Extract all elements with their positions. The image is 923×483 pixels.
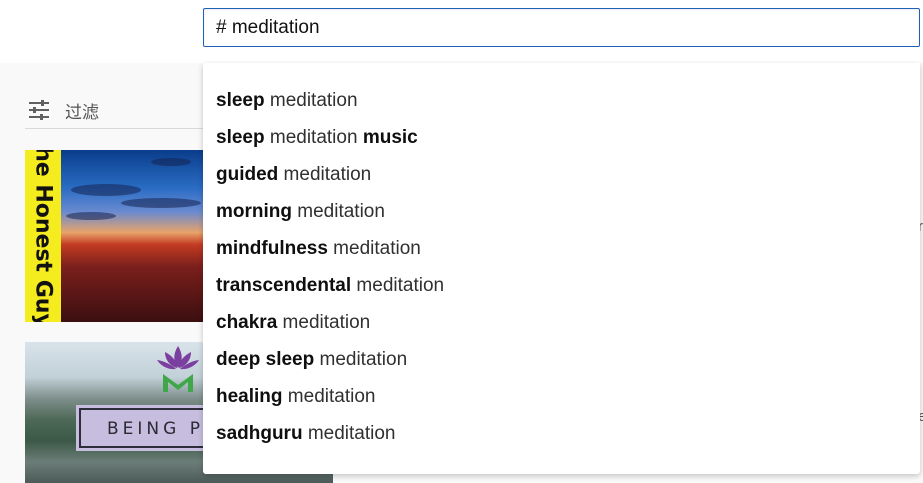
suggestion-item[interactable]: guided meditation	[216, 160, 371, 190]
suggestion-bold: mindfulness	[216, 238, 328, 259]
suggestion-item[interactable]: sleep meditation music	[216, 123, 418, 153]
lotus-logo-icon	[157, 346, 199, 392]
suggestion-item[interactable]: morning meditation	[216, 197, 385, 227]
suggestion-item[interactable]: chakra meditation	[216, 308, 370, 338]
suggestion-bold: morning	[216, 201, 292, 222]
filter-icon	[29, 100, 49, 120]
suggestion-text: meditation	[351, 275, 445, 296]
masthead	[0, 0, 923, 63]
filter-label: 过滤	[65, 102, 99, 123]
suggestion-bold: sleep	[216, 127, 265, 148]
channel-text: The Honest Guys	[30, 150, 56, 322]
suggestion-item[interactable]: deep sleep meditation	[216, 345, 407, 375]
suggestion-bold: deep sleep	[216, 349, 315, 370]
sunset-scene	[61, 150, 205, 322]
suggestion-text: meditation	[264, 90, 358, 111]
suggestion-text: meditation	[277, 312, 371, 333]
suggestion-text: meditation	[314, 349, 408, 370]
suggestion-item[interactable]: healing meditation	[216, 382, 375, 412]
suggestion-text: meditation	[282, 386, 376, 407]
suggestion-bold: sleep	[216, 90, 265, 111]
suggestion-bold: music	[362, 127, 418, 148]
suggestion-text: meditation	[292, 201, 385, 222]
channel-band: The Honest Guys	[25, 150, 61, 322]
filter-button[interactable]: 过滤	[25, 92, 205, 129]
suggestion-item[interactable]: mindfulness meditation	[216, 234, 421, 264]
suggestion-text: meditation	[327, 238, 421, 259]
search-input[interactable]	[216, 9, 906, 46]
video-thumbnail[interactable]: The Honest Guys	[25, 150, 205, 322]
suggestion-text: meditation	[264, 127, 363, 148]
suggestion-bold: healing	[216, 386, 283, 407]
suggestion-text: meditation	[302, 423, 396, 444]
suggestion-item[interactable]: transcendental meditation	[216, 271, 444, 301]
suggestion-item[interactable]: sadhguru meditation	[216, 419, 396, 449]
search-box[interactable]	[203, 8, 920, 47]
search-suggestions-dropdown: sleep meditation sleep meditation music …	[203, 63, 920, 474]
suggestion-bold: guided	[216, 164, 279, 185]
suggestion-bold: sadhguru	[216, 423, 303, 444]
suggestion-bold: chakra	[216, 312, 278, 333]
suggestion-text: meditation	[278, 164, 372, 185]
suggestion-bold: transcendental	[216, 275, 352, 296]
suggestion-item[interactable]: sleep meditation	[216, 86, 358, 116]
